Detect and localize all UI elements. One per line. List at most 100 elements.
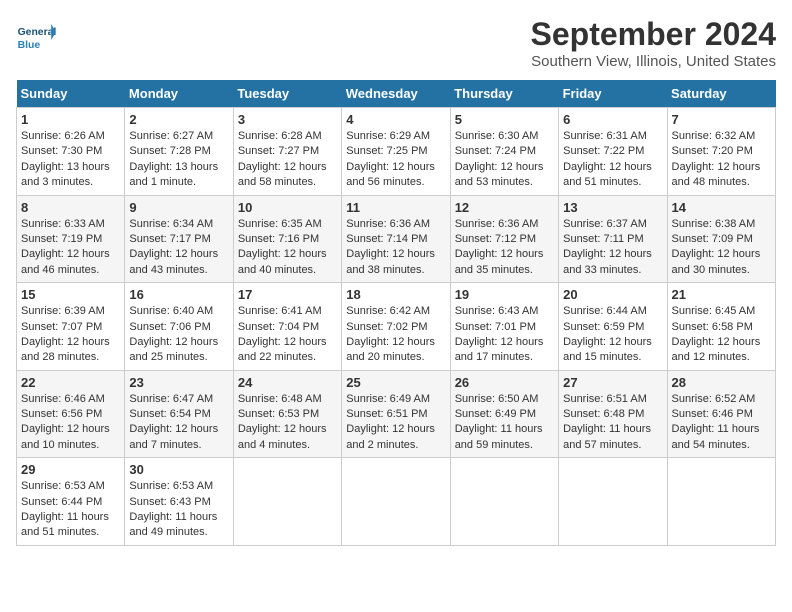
calendar-cell: 8 Sunrise: 6:33 AM Sunset: 7:19 PM Dayli… xyxy=(17,195,125,283)
day-number: 4 xyxy=(346,112,445,127)
day-number: 27 xyxy=(563,375,662,390)
calendar-cell: 29 Sunrise: 6:53 AM Sunset: 6:44 PM Dayl… xyxy=(17,458,125,546)
month-title: September 2024 xyxy=(531,16,776,53)
calendar-table: Sunday Monday Tuesday Wednesday Thursday… xyxy=(16,80,776,546)
day-info: Sunrise: 6:28 AM Sunset: 7:27 PM Dayligh… xyxy=(238,129,337,191)
day-info: Sunrise: 6:29 AM Sunset: 7:25 PM Dayligh… xyxy=(346,129,445,191)
day-info: Sunrise: 6:26 AM Sunset: 7:30 PM Dayligh… xyxy=(21,129,120,191)
svg-text:General: General xyxy=(18,27,56,38)
calendar-cell: 5 Sunrise: 6:30 AM Sunset: 7:24 PM Dayli… xyxy=(450,108,558,196)
calendar-cell: 4 Sunrise: 6:29 AM Sunset: 7:25 PM Dayli… xyxy=(342,108,450,196)
day-info: Sunrise: 6:42 AM Sunset: 7:02 PM Dayligh… xyxy=(346,304,445,366)
day-number: 24 xyxy=(238,375,337,390)
calendar-cell: 9 Sunrise: 6:34 AM Sunset: 7:17 PM Dayli… xyxy=(125,195,233,283)
day-number: 13 xyxy=(563,200,662,215)
day-number: 16 xyxy=(129,287,228,302)
header-monday: Monday xyxy=(125,80,233,108)
day-number: 12 xyxy=(455,200,554,215)
header: General Blue September 2024 Southern Vie… xyxy=(16,16,776,70)
calendar-cell: 14 Sunrise: 6:38 AM Sunset: 7:09 PM Dayl… xyxy=(667,195,775,283)
day-number: 29 xyxy=(21,462,120,477)
day-info: Sunrise: 6:38 AM Sunset: 7:09 PM Dayligh… xyxy=(672,217,771,279)
day-info: Sunrise: 6:43 AM Sunset: 7:01 PM Dayligh… xyxy=(455,304,554,366)
day-info: Sunrise: 6:48 AM Sunset: 6:53 PM Dayligh… xyxy=(238,392,337,454)
day-info: Sunrise: 6:53 AM Sunset: 6:43 PM Dayligh… xyxy=(129,479,228,541)
day-info: Sunrise: 6:51 AM Sunset: 6:48 PM Dayligh… xyxy=(563,392,662,454)
calendar-cell: 28 Sunrise: 6:52 AM Sunset: 6:46 PM Dayl… xyxy=(667,370,775,458)
calendar-cell xyxy=(233,458,341,546)
calendar-cell: 18 Sunrise: 6:42 AM Sunset: 7:02 PM Dayl… xyxy=(342,283,450,371)
calendar-cell: 3 Sunrise: 6:28 AM Sunset: 7:27 PM Dayli… xyxy=(233,108,341,196)
day-number: 10 xyxy=(238,200,337,215)
calendar-row: 1 Sunrise: 6:26 AM Sunset: 7:30 PM Dayli… xyxy=(17,108,776,196)
day-number: 25 xyxy=(346,375,445,390)
header-friday: Friday xyxy=(559,80,667,108)
day-info: Sunrise: 6:41 AM Sunset: 7:04 PM Dayligh… xyxy=(238,304,337,366)
calendar-cell: 13 Sunrise: 6:37 AM Sunset: 7:11 PM Dayl… xyxy=(559,195,667,283)
calendar-cell xyxy=(450,458,558,546)
calendar-cell: 15 Sunrise: 6:39 AM Sunset: 7:07 PM Dayl… xyxy=(17,283,125,371)
calendar-cell xyxy=(342,458,450,546)
calendar-cell: 2 Sunrise: 6:27 AM Sunset: 7:28 PM Dayli… xyxy=(125,108,233,196)
header-sunday: Sunday xyxy=(17,80,125,108)
day-info: Sunrise: 6:39 AM Sunset: 7:07 PM Dayligh… xyxy=(21,304,120,366)
calendar-cell: 23 Sunrise: 6:47 AM Sunset: 6:54 PM Dayl… xyxy=(125,370,233,458)
day-info: Sunrise: 6:45 AM Sunset: 6:58 PM Dayligh… xyxy=(672,304,771,366)
day-info: Sunrise: 6:27 AM Sunset: 7:28 PM Dayligh… xyxy=(129,129,228,191)
day-info: Sunrise: 6:36 AM Sunset: 7:12 PM Dayligh… xyxy=(455,217,554,279)
calendar-body: 1 Sunrise: 6:26 AM Sunset: 7:30 PM Dayli… xyxy=(17,108,776,546)
day-number: 18 xyxy=(346,287,445,302)
days-header-row: Sunday Monday Tuesday Wednesday Thursday… xyxy=(17,80,776,108)
calendar-cell xyxy=(559,458,667,546)
calendar-cell: 24 Sunrise: 6:48 AM Sunset: 6:53 PM Dayl… xyxy=(233,370,341,458)
calendar-cell: 1 Sunrise: 6:26 AM Sunset: 7:30 PM Dayli… xyxy=(17,108,125,196)
day-number: 15 xyxy=(21,287,120,302)
calendar-cell: 19 Sunrise: 6:43 AM Sunset: 7:01 PM Dayl… xyxy=(450,283,558,371)
calendar-cell: 26 Sunrise: 6:50 AM Sunset: 6:49 PM Dayl… xyxy=(450,370,558,458)
day-number: 21 xyxy=(672,287,771,302)
calendar-cell xyxy=(667,458,775,546)
calendar-cell: 16 Sunrise: 6:40 AM Sunset: 7:06 PM Dayl… xyxy=(125,283,233,371)
calendar-cell: 6 Sunrise: 6:31 AM Sunset: 7:22 PM Dayli… xyxy=(559,108,667,196)
day-number: 14 xyxy=(672,200,771,215)
day-info: Sunrise: 6:31 AM Sunset: 7:22 PM Dayligh… xyxy=(563,129,662,191)
day-number: 3 xyxy=(238,112,337,127)
day-number: 9 xyxy=(129,200,228,215)
header-tuesday: Tuesday xyxy=(233,80,341,108)
day-info: Sunrise: 6:52 AM Sunset: 6:46 PM Dayligh… xyxy=(672,392,771,454)
logo-icon: General Blue xyxy=(16,16,56,56)
calendar-cell: 20 Sunrise: 6:44 AM Sunset: 6:59 PM Dayl… xyxy=(559,283,667,371)
calendar-cell: 21 Sunrise: 6:45 AM Sunset: 6:58 PM Dayl… xyxy=(667,283,775,371)
logo: General Blue xyxy=(16,16,60,56)
day-number: 5 xyxy=(455,112,554,127)
day-number: 23 xyxy=(129,375,228,390)
calendar-cell: 10 Sunrise: 6:35 AM Sunset: 7:16 PM Dayl… xyxy=(233,195,341,283)
day-info: Sunrise: 6:30 AM Sunset: 7:24 PM Dayligh… xyxy=(455,129,554,191)
header-wednesday: Wednesday xyxy=(342,80,450,108)
calendar-row: 29 Sunrise: 6:53 AM Sunset: 6:44 PM Dayl… xyxy=(17,458,776,546)
day-number: 7 xyxy=(672,112,771,127)
day-number: 2 xyxy=(129,112,228,127)
day-info: Sunrise: 6:49 AM Sunset: 6:51 PM Dayligh… xyxy=(346,392,445,454)
calendar-cell: 11 Sunrise: 6:36 AM Sunset: 7:14 PM Dayl… xyxy=(342,195,450,283)
day-number: 19 xyxy=(455,287,554,302)
header-saturday: Saturday xyxy=(667,80,775,108)
calendar-row: 8 Sunrise: 6:33 AM Sunset: 7:19 PM Dayli… xyxy=(17,195,776,283)
day-number: 28 xyxy=(672,375,771,390)
day-info: Sunrise: 6:34 AM Sunset: 7:17 PM Dayligh… xyxy=(129,217,228,279)
calendar-cell: 22 Sunrise: 6:46 AM Sunset: 6:56 PM Dayl… xyxy=(17,370,125,458)
day-info: Sunrise: 6:40 AM Sunset: 7:06 PM Dayligh… xyxy=(129,304,228,366)
header-thursday: Thursday xyxy=(450,80,558,108)
calendar-cell: 7 Sunrise: 6:32 AM Sunset: 7:20 PM Dayli… xyxy=(667,108,775,196)
calendar-cell: 25 Sunrise: 6:49 AM Sunset: 6:51 PM Dayl… xyxy=(342,370,450,458)
calendar-row: 15 Sunrise: 6:39 AM Sunset: 7:07 PM Dayl… xyxy=(17,283,776,371)
day-number: 20 xyxy=(563,287,662,302)
day-info: Sunrise: 6:35 AM Sunset: 7:16 PM Dayligh… xyxy=(238,217,337,279)
day-number: 8 xyxy=(21,200,120,215)
day-info: Sunrise: 6:46 AM Sunset: 6:56 PM Dayligh… xyxy=(21,392,120,454)
day-number: 26 xyxy=(455,375,554,390)
calendar-cell: 12 Sunrise: 6:36 AM Sunset: 7:12 PM Dayl… xyxy=(450,195,558,283)
day-number: 22 xyxy=(21,375,120,390)
day-number: 17 xyxy=(238,287,337,302)
day-number: 30 xyxy=(129,462,228,477)
